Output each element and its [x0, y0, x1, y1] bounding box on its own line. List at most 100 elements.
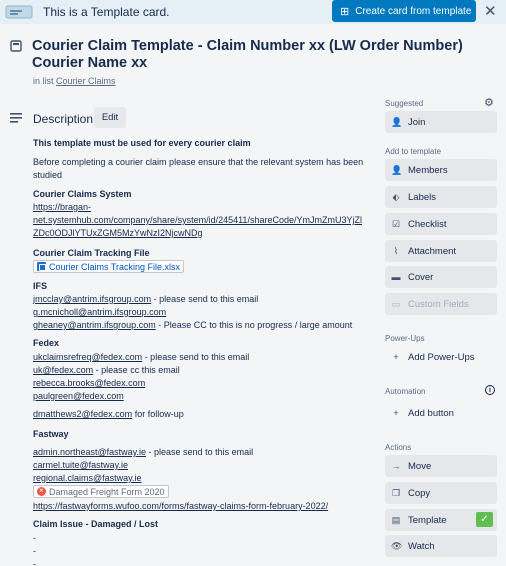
labels-button[interactable]: ⬖ Labels [385, 186, 497, 208]
members-label: Members [408, 164, 448, 176]
gear-icon[interactable]: ⚙ [484, 96, 494, 109]
description-icon [10, 113, 22, 123]
fastway-note-1: - please send to this email [146, 447, 254, 457]
close-icon[interactable]: ✕ [484, 2, 497, 20]
cover-label: Cover [408, 271, 434, 283]
suggested-label: Suggested [385, 99, 424, 108]
claim-issue-dash-2: - [33, 546, 36, 556]
ifs-contact-3: gheaney@antrim.ifsgroup.com - Please CC … [33, 319, 352, 331]
intro-text: Before completing a courier claim please… [33, 157, 364, 167]
fastway-form-chip[interactable]: Damaged Freight Form 2020 [33, 485, 169, 499]
fastway-email-3[interactable]: regional.claims@fastway.ie [33, 473, 142, 483]
fastway-email-1[interactable]: admin.northeast@fastway.ie [33, 447, 146, 457]
intro-text-cont: studied [33, 170, 63, 180]
fastway-form-url[interactable]: https://fastwayforms.wufoo.com/forms/fas… [33, 500, 328, 512]
create-card-label: Create card from template [355, 5, 472, 17]
cover-button[interactable]: ▬ Cover [385, 266, 497, 288]
tracking-file-link[interactable]: Courier Claims Tracking File.xlsx [49, 261, 180, 273]
copy-label: Copy [408, 487, 431, 499]
add-powerups-button[interactable]: + Add Power-Ups [385, 346, 497, 368]
tracking-file-chip[interactable]: Courier Claims Tracking File.xlsx [33, 260, 185, 274]
automation-label: Automation [385, 387, 426, 396]
paperclip-icon: ⌇ [393, 245, 399, 256]
join-label: Join [408, 116, 426, 128]
fedex-heading: Fedex [33, 338, 60, 348]
custom-fields-label: Custom Fields [408, 298, 469, 310]
person-icon: 👤 [391, 116, 403, 127]
check-icon: ✓ [476, 512, 493, 527]
plus-icon: + [393, 352, 399, 362]
person-icon: 👤 [391, 164, 403, 175]
custom-fields-icon: ▭ [391, 298, 401, 309]
fedex-email-3[interactable]: rebecca.brooks@fedex.com [33, 378, 145, 388]
move-label: Move [408, 460, 432, 472]
add-to-template-label: Add to template [385, 147, 442, 156]
checklist-label: Checklist [408, 218, 447, 230]
checklist-button[interactable]: ☑ Checklist [385, 213, 497, 235]
claim-issue-heading: Claim Issue - Damaged / Lost [33, 519, 159, 529]
excel-file-icon [37, 262, 46, 271]
actions-label: Actions [385, 443, 412, 452]
ifs-note-1: - please send to this email [151, 294, 259, 304]
in-list-prefix: in list [33, 76, 54, 86]
fedex-contact-3: rebecca.brooks@fedex.com [33, 377, 145, 389]
fastway-contact-1: admin.northeast@fastway.ie - please send… [33, 446, 253, 458]
create-card-from-template-button[interactable]: ⊞ Create card from template [332, 0, 476, 22]
cover-icon: ▬ [391, 272, 401, 282]
fastway-contact-3: regional.claims@fastway.ie [33, 472, 142, 484]
attachment-button[interactable]: ⌇ Attachment [385, 240, 497, 262]
tracking-heading: Courier Claim Tracking File [33, 248, 150, 258]
description-heading: Description [33, 112, 94, 126]
edit-description-button[interactable]: Edit [94, 107, 126, 128]
tag-icon: ⬖ [392, 191, 400, 202]
copy-icon: ❐ [391, 487, 401, 498]
copy-button[interactable]: ❐ Copy [385, 482, 497, 504]
fastway-contact-2: carmel.tuite@fastway.ie [33, 459, 128, 471]
fastway-email-2[interactable]: carmel.tuite@fastway.ie [33, 460, 128, 470]
fedex-note-2: - please cc this email [93, 365, 180, 375]
members-button[interactable]: 👤 Members [385, 159, 497, 181]
eye-icon: 👁 [391, 540, 403, 551]
fedex-email-4[interactable]: paulgreen@fedex.com [33, 391, 124, 401]
banner-text: This is a Template card. [43, 5, 170, 19]
fastway-form-link[interactable]: Damaged Freight Form 2020 [49, 486, 165, 498]
template-button[interactable]: ▤ Template ✓ [385, 509, 497, 531]
ifs-email-3[interactable]: gheaney@antrim.ifsgroup.com [33, 320, 156, 330]
watch-button[interactable]: 👁 Watch [385, 535, 497, 557]
fedex-note-5: for follow-up [132, 409, 184, 419]
add-button-label: Add button [408, 407, 454, 419]
fedex-email-5[interactable]: dmatthews2@fedex.com [33, 409, 132, 419]
template-label: Template [408, 514, 447, 526]
fedex-contact-4: paulgreen@fedex.com [33, 390, 124, 402]
powerups-label: Power-Ups [385, 334, 425, 343]
systems-link-line3[interactable]: ZDc0ODJlYTUxZGM5MzYwNzI2NjcwNDg [33, 227, 203, 239]
add-card-icon: ⊞ [340, 5, 350, 18]
attachment-label: Attachment [408, 245, 457, 257]
systems-link-line2[interactable]: net.systemhub.com/company/share/system/i… [33, 214, 362, 226]
ifs-email-1[interactable]: jmcclay@antrim.ifsgroup.com [33, 294, 151, 304]
fedex-email-2[interactable]: uk@fedex.com [33, 365, 93, 375]
ifs-heading: IFS [33, 281, 48, 291]
move-button[interactable]: → Move [385, 455, 497, 477]
in-list-breadcrumb: in list Courier Claims [33, 76, 116, 86]
card-title[interactable]: Courier Claim Template - Claim Number xx… [32, 38, 492, 72]
fedex-note-1: - please send to this email [142, 352, 250, 362]
list-link[interactable]: Courier Claims [56, 76, 116, 86]
join-button[interactable]: 👤 Join [385, 111, 497, 133]
template-card-icon [5, 5, 33, 19]
checklist-icon: ☑ [391, 218, 401, 229]
ifs-contact-2: g.mcnicholl@antrim.ifsgroup.com [33, 306, 166, 318]
systems-heading: Courier Claims System [33, 189, 132, 199]
custom-fields-button[interactable]: ▭ Custom Fields [385, 293, 497, 315]
systems-link[interactable]: https://bragan- [33, 201, 91, 213]
plus-icon: + [393, 408, 399, 418]
add-button-button[interactable]: + Add button [385, 402, 497, 424]
ifs-email-2[interactable]: g.mcnicholl@antrim.ifsgroup.com [33, 307, 166, 317]
intro-heading: This template must be used for every cou… [33, 138, 251, 148]
claim-issue-dash-3: - [33, 559, 36, 566]
ifs-note-3: - Please CC to this is no progress / lar… [155, 320, 353, 330]
fedex-contact-5: dmatthews2@fedex.com for follow-up [33, 408, 184, 420]
ifs-contact-1: jmcclay@antrim.ifsgroup.com - please sen… [33, 293, 258, 305]
info-icon[interactable]: i [485, 385, 495, 395]
fedex-email-1[interactable]: ukclaimsrefreq@fedex.com [33, 352, 142, 362]
